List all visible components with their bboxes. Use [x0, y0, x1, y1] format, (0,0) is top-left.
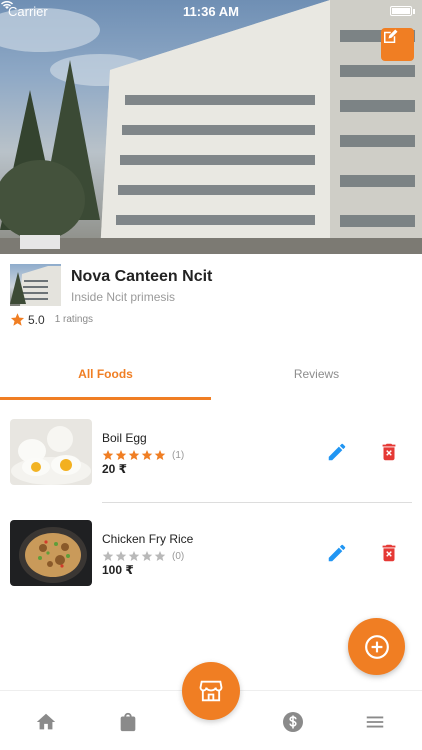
- tab-reviews[interactable]: Reviews: [211, 355, 422, 400]
- star-icon: [141, 450, 153, 460]
- tab-bar: All Foods Reviews: [0, 355, 422, 400]
- edit-food-button[interactable]: [326, 542, 348, 564]
- store-name: Nova Canteen Ncit: [71, 268, 213, 285]
- food-item[interactable]: Chicken Fry Rice (0) 100 ₹: [10, 520, 412, 590]
- rating-value: 5.0: [28, 312, 45, 327]
- menu-icon: [366, 716, 384, 728]
- star-icon: [154, 551, 166, 561]
- food-star-rating: [102, 449, 166, 461]
- delete-food-button[interactable]: [378, 441, 400, 463]
- edit-square-icon: [384, 29, 398, 43]
- nav-store[interactable]: [182, 662, 240, 720]
- tab-all-foods[interactable]: All Foods: [0, 355, 211, 400]
- star-icon: [154, 450, 166, 460]
- star-icon: [115, 450, 127, 460]
- star-icon: [115, 551, 127, 561]
- status-bar: Carrier 11:36 AM: [0, 0, 422, 22]
- food-rating: (0): [102, 550, 184, 562]
- star-icon: [10, 313, 25, 326]
- star-icon: [128, 551, 140, 561]
- status-time: 11:36 AM: [183, 3, 239, 19]
- star-icon: [102, 450, 114, 460]
- rating-count: 1 ratings: [54, 314, 94, 325]
- food-image: [10, 419, 92, 485]
- store-subtitle: Inside Ncit primesis: [71, 290, 176, 304]
- food-name: Boil Egg: [102, 431, 147, 445]
- star-icon: [128, 450, 140, 460]
- food-star-rating: [102, 550, 166, 562]
- edit-banner-button[interactable]: [381, 28, 414, 61]
- pencil-icon: [328, 443, 346, 461]
- trash-icon: [382, 443, 396, 461]
- nav-menu[interactable]: [362, 709, 388, 735]
- nav-earnings[interactable]: [280, 709, 306, 735]
- edit-food-button[interactable]: [326, 441, 348, 463]
- star-icon: [141, 551, 153, 561]
- food-review-count: (1): [172, 449, 185, 461]
- food-name: Chicken Fry Rice: [102, 532, 194, 546]
- nav-orders[interactable]: [115, 709, 141, 735]
- pencil-icon: [328, 544, 346, 562]
- food-item[interactable]: Boil Egg (1) 20 ₹: [10, 419, 412, 489]
- store-rating: 5.0 1 ratings: [10, 312, 93, 327]
- add-food-button[interactable]: [348, 618, 405, 675]
- nav-home[interactable]: [33, 709, 59, 735]
- food-price: 100 ₹: [102, 563, 134, 577]
- food-review-count: (0): [172, 550, 185, 562]
- food-price: 20 ₹: [102, 462, 128, 476]
- dollar-icon: [283, 712, 303, 732]
- food-image: [10, 520, 92, 586]
- food-rating: (1): [102, 449, 184, 461]
- store-icon: [199, 680, 223, 702]
- list-divider: [102, 502, 412, 503]
- trash-icon: [382, 544, 396, 562]
- store-thumbnail: [10, 264, 61, 306]
- star-icon: [102, 551, 114, 561]
- store-info: Nova Canteen Ncit Inside Ncit primesis 5…: [10, 264, 410, 334]
- home-icon: [36, 713, 56, 730]
- battery-icon: [390, 6, 415, 16]
- delete-food-button[interactable]: [378, 542, 400, 564]
- store-banner-image: Carrier 11:36 AM: [0, 0, 422, 254]
- add-circle-icon: [364, 634, 389, 659]
- shopping-bag-icon: [120, 712, 136, 732]
